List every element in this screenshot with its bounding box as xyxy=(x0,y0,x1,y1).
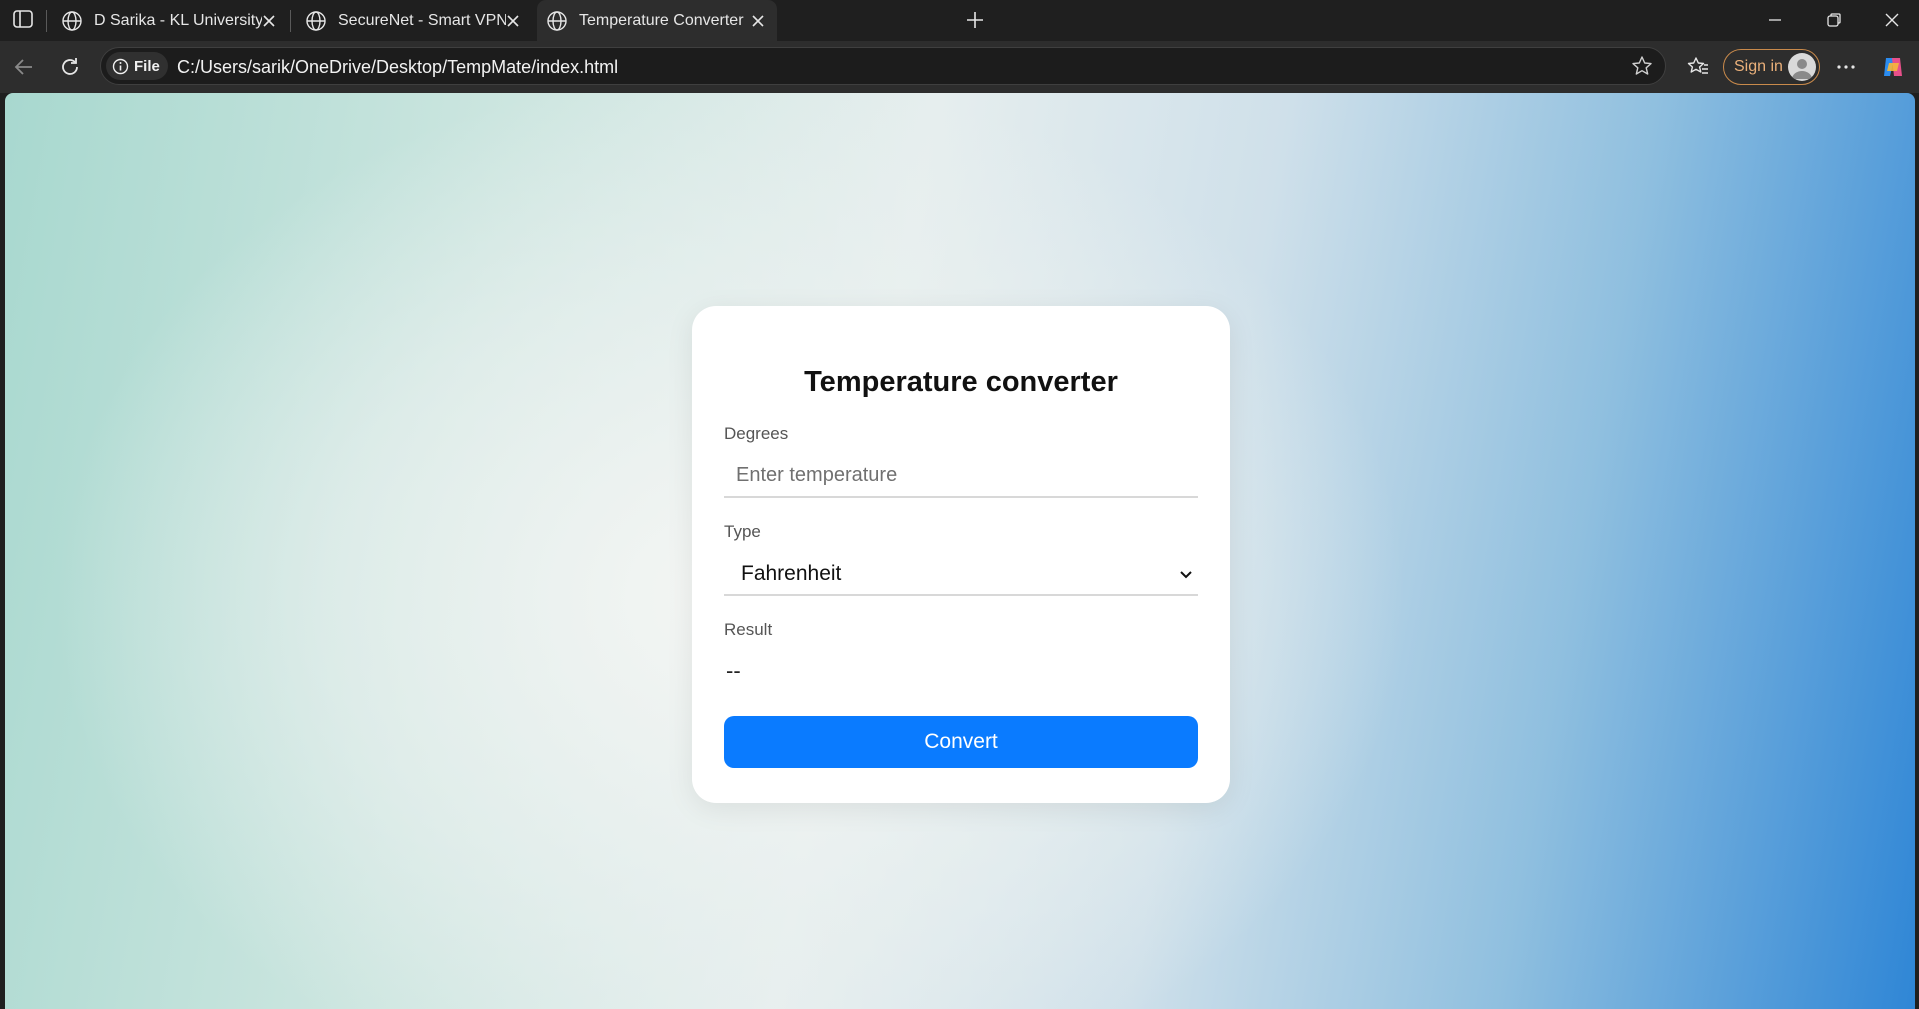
type-selected-value: Fahrenheit xyxy=(741,562,842,585)
scheme-label: File xyxy=(134,57,160,75)
new-tab-icon[interactable] xyxy=(964,9,986,31)
converter-card: Temperature converter Degrees Type Fahre… xyxy=(692,306,1230,803)
page-title: Temperature converter xyxy=(804,366,1118,398)
tab-title: Temperature Converter xyxy=(579,11,744,29)
refresh-icon[interactable] xyxy=(58,55,82,79)
site-info-chip[interactable]: File xyxy=(106,52,168,80)
user-icon xyxy=(1792,59,1812,79)
avatar xyxy=(1788,53,1816,81)
globe-icon xyxy=(306,10,326,31)
back-arrow-icon[interactable] xyxy=(12,55,36,79)
tab-securenet[interactable]: SecureNet - Smart VPN xyxy=(296,0,532,41)
sign-in-label: Sign in xyxy=(1734,58,1783,75)
address-bar[interactable]: File C:/Users/sarik/OneDrive/Desktop/Tem… xyxy=(100,47,1666,85)
tab-title: SecureNet - Smart VPN xyxy=(338,11,506,29)
result-label: Result xyxy=(724,620,773,639)
browser-toolbar: File C:/Users/sarik/OneDrive/Desktop/Tem… xyxy=(0,41,1919,93)
tab-separator xyxy=(46,10,47,32)
sidebar-toggle-icon[interactable] xyxy=(13,10,33,28)
more-options-icon[interactable] xyxy=(1834,55,1858,79)
type-label: Type xyxy=(724,522,761,541)
tab-portfolio[interactable]: D Sarika - KL University Portfolio xyxy=(52,0,288,41)
favorite-star-icon[interactable] xyxy=(1631,55,1653,77)
sign-in-button[interactable]: Sign in xyxy=(1723,49,1820,85)
tab-title: D Sarika - KL University Portfolio xyxy=(94,11,262,29)
url-text[interactable]: C:/Users/sarik/OneDrive/Desktop/TempMate… xyxy=(177,57,618,78)
tab-strip: D Sarika - KL University Portfolio Secur… xyxy=(0,0,1919,41)
result-value: -- xyxy=(726,658,741,683)
close-icon[interactable] xyxy=(262,14,276,28)
favorites-icon[interactable] xyxy=(1686,55,1710,79)
chevron-down-icon xyxy=(1180,571,1192,579)
degrees-input[interactable] xyxy=(724,454,1198,498)
close-icon[interactable] xyxy=(751,14,765,28)
restore-icon[interactable] xyxy=(1826,12,1842,28)
copilot-icon[interactable] xyxy=(1880,54,1906,80)
minimize-icon[interactable] xyxy=(1767,12,1783,28)
close-window-icon[interactable] xyxy=(1884,12,1900,28)
info-icon xyxy=(112,58,129,74)
convert-button[interactable]: Convert xyxy=(724,716,1198,768)
globe-icon xyxy=(62,10,82,31)
degrees-label: Degrees xyxy=(724,424,789,443)
tab-separator xyxy=(290,10,291,32)
page-viewport: Temperature converter Degrees Type Fahre… xyxy=(5,93,1915,1009)
globe-icon xyxy=(547,10,567,31)
tab-temperature-converter[interactable]: Temperature Converter xyxy=(537,0,777,41)
close-icon[interactable] xyxy=(506,14,520,28)
type-select[interactable]: Fahrenheit xyxy=(724,552,1198,596)
